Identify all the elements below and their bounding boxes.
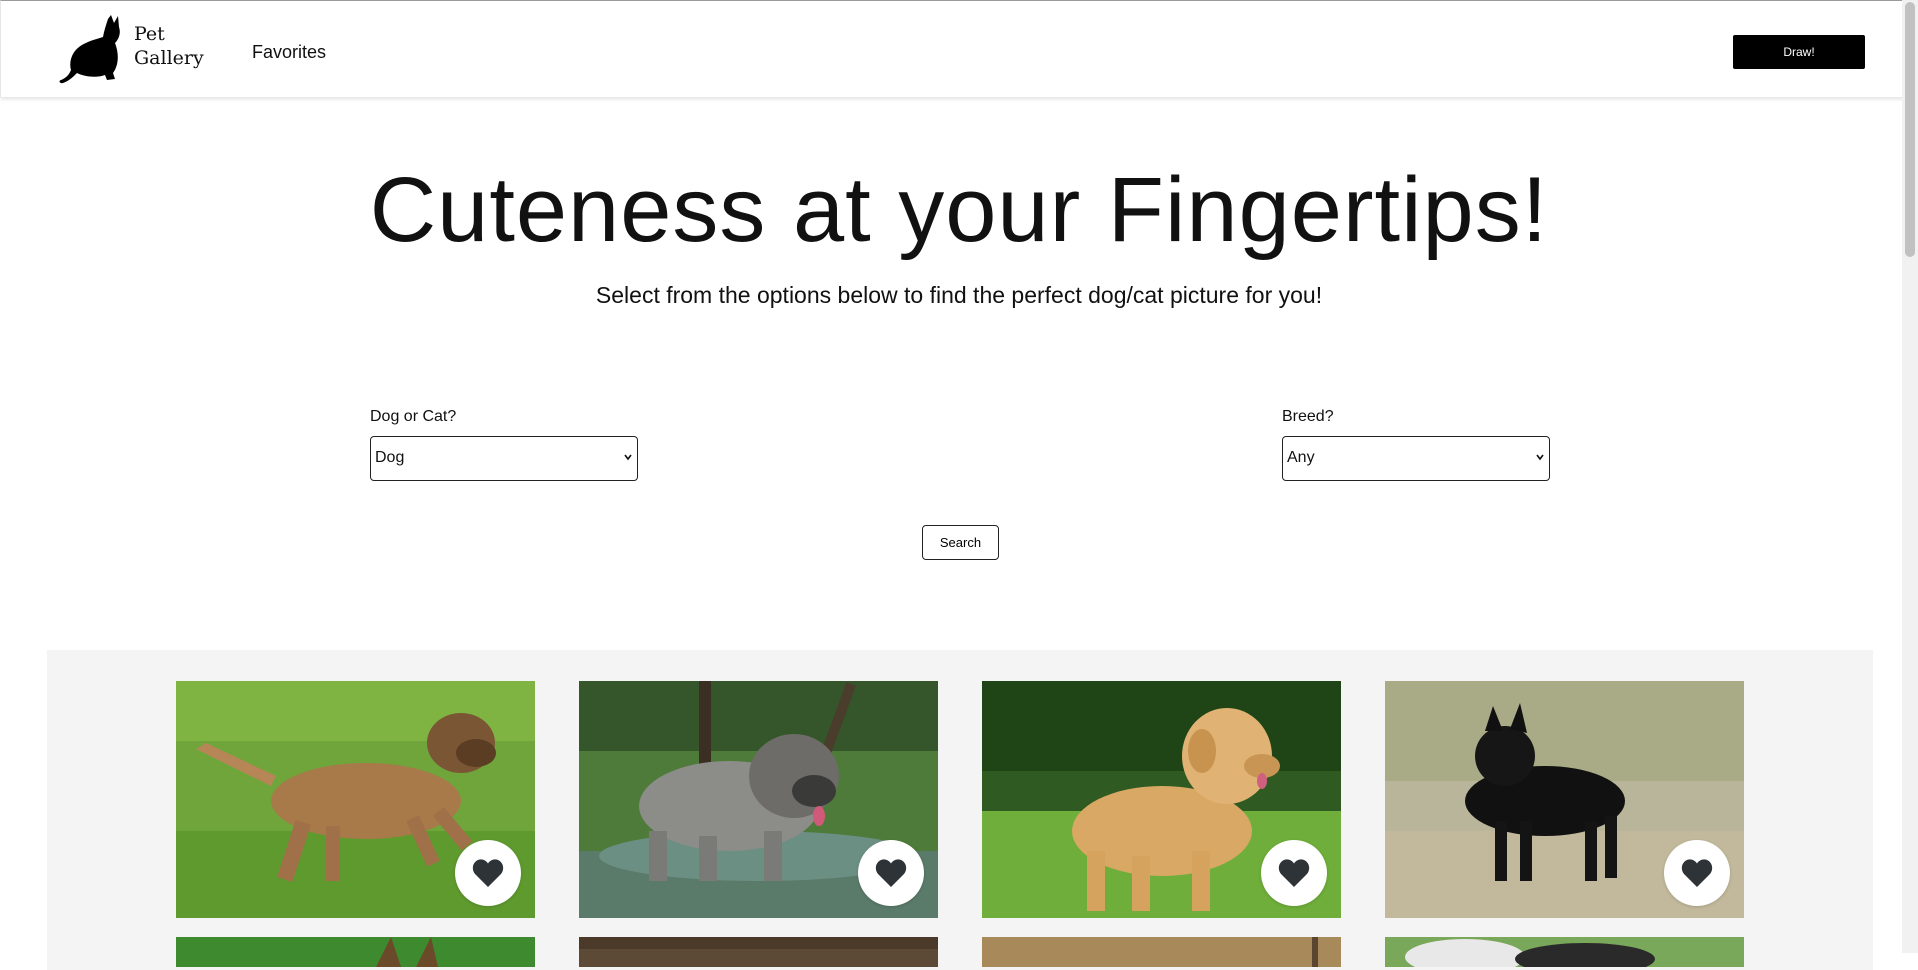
chevron-down-icon [624, 454, 632, 461]
gallery-card[interactable] [982, 937, 1341, 967]
gallery-card[interactable] [579, 937, 938, 967]
breed-select-value: Any [1287, 449, 1315, 466]
nav-favorites-link[interactable]: Favorites [252, 42, 326, 63]
cat-silhouette-icon [59, 15, 120, 84]
brand-line-1: Pet [134, 23, 165, 45]
breed-select-label: Breed? [1282, 408, 1334, 425]
gallery-card[interactable] [1385, 937, 1744, 967]
heart-icon [472, 859, 504, 887]
heart-icon [1681, 859, 1713, 887]
navbar: Pet Gallery Favorites Draw! [0, 0, 1918, 97]
brand-line-2: Gallery [134, 47, 204, 69]
brand-home-link[interactable]: Pet Gallery [59, 13, 209, 85]
dog-photo [982, 937, 1341, 967]
chevron-down-icon [1536, 454, 1544, 461]
animal-select[interactable]: Dog [370, 436, 638, 481]
dog-photo [1385, 937, 1744, 967]
breed-select[interactable]: Any [1282, 436, 1550, 481]
scrollbar-thumb[interactable] [1905, 2, 1915, 257]
search-button[interactable]: Search [922, 525, 999, 560]
gallery-card[interactable] [176, 681, 535, 918]
page-subtitle: Select from the options below to find th… [595, 282, 1323, 308]
page-scrollbar[interactable] [1902, 0, 1918, 953]
draw-button[interactable]: Draw! [1733, 35, 1865, 69]
gallery-card[interactable] [982, 681, 1341, 918]
favorite-button[interactable] [1261, 840, 1327, 906]
favorite-button[interactable] [1664, 840, 1730, 906]
dog-photo [176, 937, 535, 967]
favorite-button[interactable] [858, 840, 924, 906]
brand-name: Pet Gallery [134, 22, 204, 70]
gallery-grid [47, 650, 1873, 970]
animal-select-label: Dog or Cat? [370, 408, 457, 425]
animal-select-value: Dog [375, 449, 405, 466]
gallery-card[interactable] [579, 681, 938, 918]
favorite-button[interactable] [455, 840, 521, 906]
page-title: Cuteness at your Fingertips! [369, 159, 1549, 261]
gallery-card[interactable] [1385, 681, 1744, 918]
dog-photo [579, 937, 938, 967]
heart-icon [1278, 859, 1310, 887]
heart-icon [875, 859, 907, 887]
gallery-card[interactable] [176, 937, 535, 967]
